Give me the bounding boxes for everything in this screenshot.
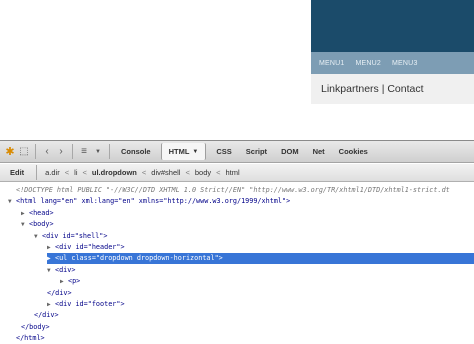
dom-node[interactable]: <!DOCTYPE html PUBLIC "-//W3C//DTD XHTML… — [16, 185, 450, 196]
collapsed-twisty-icon[interactable]: ▶ — [47, 253, 55, 264]
expanded-twisty-icon[interactable]: ▼ — [21, 219, 29, 230]
dropdown-arrow-icon[interactable]: ▼ — [91, 145, 105, 159]
collapsed-twisty-icon[interactable]: ▶ — [47, 299, 55, 310]
dom-node[interactable]: </html> — [16, 333, 45, 344]
collapsed-twisty-icon[interactable]: ▶ — [21, 208, 29, 219]
inspect-icon[interactable]: ⬚ — [17, 145, 31, 159]
expanded-twisty-icon[interactable]: ▼ — [47, 265, 55, 276]
dom-node[interactable]: ▼ <div id="shell"> — [34, 231, 107, 242]
dom-node[interactable]: ▶ <div id="header"> — [47, 242, 125, 253]
dom-node-text: <!DOCTYPE html PUBLIC "-//W3C//DTD XHTML… — [16, 186, 450, 194]
dom-node[interactable]: ▶ <head> — [21, 208, 54, 219]
breadcrumb-a-dir[interactable]: a.dir — [41, 168, 64, 177]
tab-script[interactable]: Script — [239, 141, 274, 163]
toolbar-separator — [72, 144, 73, 159]
firebug-breadcrumb-bar: Edit a.dir < li < ul.dropdown < div#shel… — [0, 164, 474, 182]
dom-node-text: <head> — [29, 208, 54, 217]
dom-node-text: <div> — [55, 265, 76, 274]
subnav-links[interactable]: Linkpartners | Contact — [321, 83, 424, 95]
dom-node-text: </div> — [47, 288, 72, 297]
firebug-logo-icon[interactable]: ✱ — [3, 145, 17, 159]
collapsed-twisty-icon[interactable]: ▶ — [47, 242, 55, 253]
dom-tree-panel: <!DOCTYPE html PUBLIC "-//W3C//DTD XHTML… — [0, 183, 474, 344]
dom-node-selected[interactable]: ▶ <ul class="dropdown dropdown-horizontal… — [47, 253, 474, 265]
breadcrumb-div-shell[interactable]: div#shell — [147, 168, 184, 177]
dom-node[interactable]: ▼ <body> — [21, 219, 54, 230]
breadcrumb-li[interactable]: li — [70, 168, 81, 177]
breadcrumb-html[interactable]: html — [222, 168, 244, 177]
chevron-down-icon: ▼ — [192, 148, 199, 155]
expanded-twisty-icon[interactable]: ▼ — [34, 231, 42, 242]
dom-node-text: </div> — [34, 311, 59, 320]
dom-node[interactable]: </div> — [47, 288, 72, 299]
back-icon[interactable]: ‹ — [40, 145, 54, 159]
site-menu-bar: MENU1 MENU2 MENU3 — [311, 52, 474, 74]
dom-node[interactable]: </div> — [34, 310, 59, 321]
tab-net[interactable]: Net — [306, 141, 332, 163]
menu-item-2[interactable]: MENU2 — [356, 60, 382, 67]
site-subnav: Linkpartners | Contact — [311, 74, 474, 104]
expanded-twisty-icon[interactable]: ▼ — [8, 196, 16, 207]
menu-item-1[interactable]: MENU1 — [319, 60, 345, 67]
menu-item-3[interactable]: MENU3 — [392, 60, 418, 67]
dom-node-text: <div id="shell"> — [42, 231, 108, 240]
dom-node-text: <div id="footer"> — [55, 300, 125, 308]
tab-css[interactable]: CSS — [209, 141, 238, 163]
tab-dom[interactable]: DOM — [274, 141, 306, 163]
dom-node[interactable]: ▼ <html lang="en" xml:lang="en" xmlns="ht… — [8, 196, 290, 207]
breadcrumb-body[interactable]: body — [191, 168, 215, 177]
edit-button[interactable]: Edit — [0, 168, 32, 177]
firebug-toolbar: ✱ ⬚ ‹ › ≡ ▼ Console HTML ▼ CSS Script DOM… — [0, 141, 474, 163]
toolbar-separator — [36, 165, 38, 180]
dom-node-text: </html> — [16, 334, 45, 343]
toolbar-separator — [35, 144, 36, 159]
list-icon[interactable]: ≡ — [77, 145, 91, 159]
dom-node-text: <div id="header"> — [55, 243, 125, 251]
tab-cookies[interactable]: Cookies — [332, 141, 375, 163]
breadcrumb-ul-dropdown[interactable]: ul.dropdown — [88, 168, 141, 177]
site-header-banner — [311, 0, 474, 52]
tab-html-label: HTML — [168, 147, 190, 156]
forward-icon[interactable]: › — [54, 145, 68, 159]
collapsed-twisty-icon[interactable]: ▶ — [60, 276, 68, 287]
dom-node[interactable]: ▼ <div> — [47, 265, 75, 276]
dom-node-text: <html lang="en" xml:lang="en" xmlns="htt… — [16, 197, 291, 206]
toolbar-separator — [109, 144, 110, 159]
dom-node[interactable]: ▶ <div id="footer"> — [47, 299, 125, 310]
dom-node-text: </body> — [21, 322, 50, 331]
dom-node[interactable]: ▶ <p> — [60, 276, 80, 287]
dom-node-text: <ul class="dropdown dropdown-horizontal"… — [55, 254, 223, 263]
tab-console[interactable]: Console — [114, 141, 158, 163]
dom-node[interactable]: </body> — [21, 322, 50, 333]
dom-node-text: <p> — [68, 277, 81, 286]
tab-html[interactable]: HTML ▼ — [160, 143, 207, 160]
dom-node-text: <body> — [29, 220, 54, 229]
